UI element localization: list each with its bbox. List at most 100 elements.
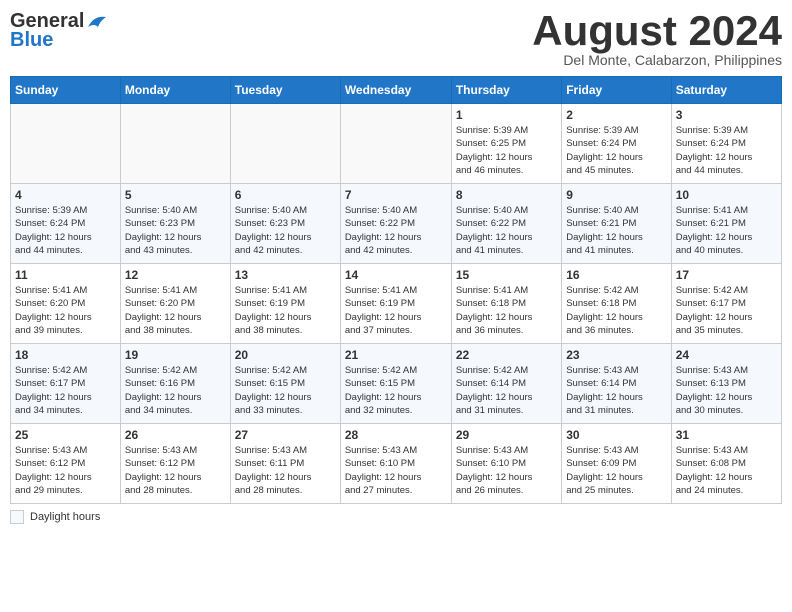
day-info: Sunrise: 5:39 AM Sunset: 6:25 PM Dayligh… — [456, 124, 557, 177]
calendar-cell: 31 Sunrise: 5:43 AM Sunset: 6:08 PM Dayli… — [671, 424, 781, 504]
calendar-cell: 4Sunrise: 5:39 AM Sunset: 6:24 PM Daylig… — [11, 184, 121, 264]
day-info: Sunrise: 5:42 AM Sunset: 6:18 PM Dayligh… — [566, 284, 666, 337]
col-monday: Monday — [120, 77, 230, 104]
day-info: Sunrise: 5:43 AM Sunset: 6:10 PM Dayligh… — [456, 444, 557, 497]
day-info: Sunrise: 5:42 AM Sunset: 6:15 PM Dayligh… — [345, 364, 447, 417]
day-info: Sunrise: 5:42 AM Sunset: 6:17 PM Dayligh… — [676, 284, 777, 337]
day-number: 17 — [676, 268, 777, 282]
day-number: 19 — [125, 348, 226, 362]
calendar-cell: 11Sunrise: 5:41 AM Sunset: 6:20 PM Dayli… — [11, 264, 121, 344]
calendar-cell: 27Sunrise: 5:43 AM Sunset: 6:11 PM Dayli… — [230, 424, 340, 504]
day-number: 6 — [235, 188, 336, 202]
calendar-row: 25 Sunrise: 5:43 AM Sunset: 6:12 PM Dayli… — [11, 424, 782, 504]
day-number: 7 — [345, 188, 447, 202]
day-info: Sunrise: 5:41 AM Sunset: 6:20 PM Dayligh… — [125, 284, 226, 337]
calendar-cell: 12 Sunrise: 5:41 AM Sunset: 6:20 PM Dayli… — [120, 264, 230, 344]
day-info: Sunrise: 5:40 AM Sunset: 6:23 PM Dayligh… — [235, 204, 336, 257]
day-number: 9 — [566, 188, 666, 202]
day-number: 25 — [15, 428, 116, 442]
day-info: Sunrise: 5:40 AM Sunset: 6:22 PM Dayligh… — [345, 204, 447, 257]
logo-blue: Blue — [10, 29, 53, 52]
day-number: 12 — [125, 268, 226, 282]
day-number: 26 — [125, 428, 226, 442]
calendar-title: August 2024 — [532, 10, 782, 52]
day-info: Sunrise: 5:42 AM Sunset: 6:16 PM Dayligh… — [125, 364, 226, 417]
day-info: Sunrise: 5:41 AM Sunset: 6:19 PM Dayligh… — [235, 284, 336, 337]
calendar-row: 11 Sunrise: 5:41 AM Sunset: 6:20 PM Dayli… — [11, 264, 782, 344]
calendar-cell: 17 Sunrise: 5:42 AM Sunset: 6:17 PM Dayli… — [671, 264, 781, 344]
header: General Blue August 2024 Del Monte, Cala… — [10, 10, 782, 68]
day-info: Sunrise: 5:39 AM Sunset: 6:24 PM Dayligh… — [676, 124, 777, 177]
day-number: 3 — [676, 108, 777, 122]
day-info: Sunrise: 5:43 AM Sunset: 6:13 PM Dayligh… — [676, 364, 777, 417]
calendar-cell: 15 Sunrise: 5:41 AM Sunset: 6:18 PM Dayli… — [451, 264, 561, 344]
day-number: 16 — [566, 268, 666, 282]
calendar-cell: 25 Sunrise: 5:43 AM Sunset: 6:12 PM Dayli… — [11, 424, 121, 504]
calendar-subtitle: Del Monte, Calabarzon, Philippines — [532, 52, 782, 68]
title-area: August 2024 Del Monte, Calabarzon, Phili… — [532, 10, 782, 68]
calendar-cell: 29 Sunrise: 5:43 AM Sunset: 6:10 PM Dayli… — [451, 424, 561, 504]
day-info: Sunrise: 5:43 AM Sunset: 6:12 PM Dayligh… — [125, 444, 226, 497]
day-number: 24 — [676, 348, 777, 362]
col-sunday: Sunday — [11, 77, 121, 104]
calendar-cell: 7 Sunrise: 5:40 AM Sunset: 6:22 PM Daylig… — [340, 184, 451, 264]
col-wednesday: Wednesday — [340, 77, 451, 104]
calendar-cell: 21 Sunrise: 5:42 AM Sunset: 6:15 PM Dayli… — [340, 344, 451, 424]
logo: General Blue — [10, 10, 108, 52]
calendar-cell: 6 Sunrise: 5:40 AM Sunset: 6:23 PM Daylig… — [230, 184, 340, 264]
day-number: 20 — [235, 348, 336, 362]
calendar-cell: 13Sunrise: 5:41 AM Sunset: 6:19 PM Dayli… — [230, 264, 340, 344]
calendar-cell: 1 Sunrise: 5:39 AM Sunset: 6:25 PM Daylig… — [451, 104, 561, 184]
col-tuesday: Tuesday — [230, 77, 340, 104]
day-number: 14 — [345, 268, 447, 282]
calendar-cell: 14Sunrise: 5:41 AM Sunset: 6:19 PM Dayli… — [340, 264, 451, 344]
calendar-cell: 18Sunrise: 5:42 AM Sunset: 6:17 PM Dayli… — [11, 344, 121, 424]
daylight-box — [10, 510, 24, 524]
calendar-row: 18Sunrise: 5:42 AM Sunset: 6:17 PM Dayli… — [11, 344, 782, 424]
day-info: Sunrise: 5:43 AM Sunset: 6:08 PM Dayligh… — [676, 444, 777, 497]
calendar-cell: 24 Sunrise: 5:43 AM Sunset: 6:13 PM Dayli… — [671, 344, 781, 424]
calendar-cell: 28 Sunrise: 5:43 AM Sunset: 6:10 PM Dayli… — [340, 424, 451, 504]
day-info: Sunrise: 5:43 AM Sunset: 6:14 PM Dayligh… — [566, 364, 666, 417]
calendar-cell: 8Sunrise: 5:40 AM Sunset: 6:22 PM Daylig… — [451, 184, 561, 264]
calendar-cell — [230, 104, 340, 184]
col-friday: Friday — [562, 77, 671, 104]
calendar-cell: 19 Sunrise: 5:42 AM Sunset: 6:16 PM Dayli… — [120, 344, 230, 424]
calendar-cell: 3 Sunrise: 5:39 AM Sunset: 6:24 PM Daylig… — [671, 104, 781, 184]
day-number: 11 — [15, 268, 116, 282]
day-info: Sunrise: 5:42 AM Sunset: 6:17 PM Dayligh… — [15, 364, 116, 417]
header-row: Sunday Monday Tuesday Wednesday Thursday… — [11, 77, 782, 104]
calendar-cell: 9 Sunrise: 5:40 AM Sunset: 6:21 PM Daylig… — [562, 184, 671, 264]
calendar-cell: 20Sunrise: 5:42 AM Sunset: 6:15 PM Dayli… — [230, 344, 340, 424]
calendar-cell — [120, 104, 230, 184]
logo-bird-icon — [86, 13, 108, 31]
calendar-cell: 22 Sunrise: 5:42 AM Sunset: 6:14 PM Dayli… — [451, 344, 561, 424]
daylight-label: Daylight hours — [30, 511, 100, 523]
day-number: 15 — [456, 268, 557, 282]
calendar-cell: 30Sunrise: 5:43 AM Sunset: 6:09 PM Dayli… — [562, 424, 671, 504]
day-number: 1 — [456, 108, 557, 122]
calendar-cell — [340, 104, 451, 184]
calendar-cell: 23Sunrise: 5:43 AM Sunset: 6:14 PM Dayli… — [562, 344, 671, 424]
day-number: 5 — [125, 188, 226, 202]
day-info: Sunrise: 5:43 AM Sunset: 6:10 PM Dayligh… — [345, 444, 447, 497]
calendar-row: 1 Sunrise: 5:39 AM Sunset: 6:25 PM Daylig… — [11, 104, 782, 184]
day-info: Sunrise: 5:40 AM Sunset: 6:23 PM Dayligh… — [125, 204, 226, 257]
calendar-cell: 16 Sunrise: 5:42 AM Sunset: 6:18 PM Dayli… — [562, 264, 671, 344]
day-info: Sunrise: 5:43 AM Sunset: 6:12 PM Dayligh… — [15, 444, 116, 497]
day-number: 21 — [345, 348, 447, 362]
day-number: 28 — [345, 428, 447, 442]
day-info: Sunrise: 5:42 AM Sunset: 6:14 PM Dayligh… — [456, 364, 557, 417]
day-info: Sunrise: 5:40 AM Sunset: 6:21 PM Dayligh… — [566, 204, 666, 257]
day-number: 29 — [456, 428, 557, 442]
calendar-table: Sunday Monday Tuesday Wednesday Thursday… — [10, 76, 782, 504]
day-number: 22 — [456, 348, 557, 362]
day-info: Sunrise: 5:40 AM Sunset: 6:22 PM Dayligh… — [456, 204, 557, 257]
day-number: 31 — [676, 428, 777, 442]
day-number: 27 — [235, 428, 336, 442]
day-info: Sunrise: 5:41 AM Sunset: 6:18 PM Dayligh… — [456, 284, 557, 337]
footer: Daylight hours — [10, 510, 782, 524]
day-number: 10 — [676, 188, 777, 202]
col-thursday: Thursday — [451, 77, 561, 104]
day-info: Sunrise: 5:39 AM Sunset: 6:24 PM Dayligh… — [566, 124, 666, 177]
